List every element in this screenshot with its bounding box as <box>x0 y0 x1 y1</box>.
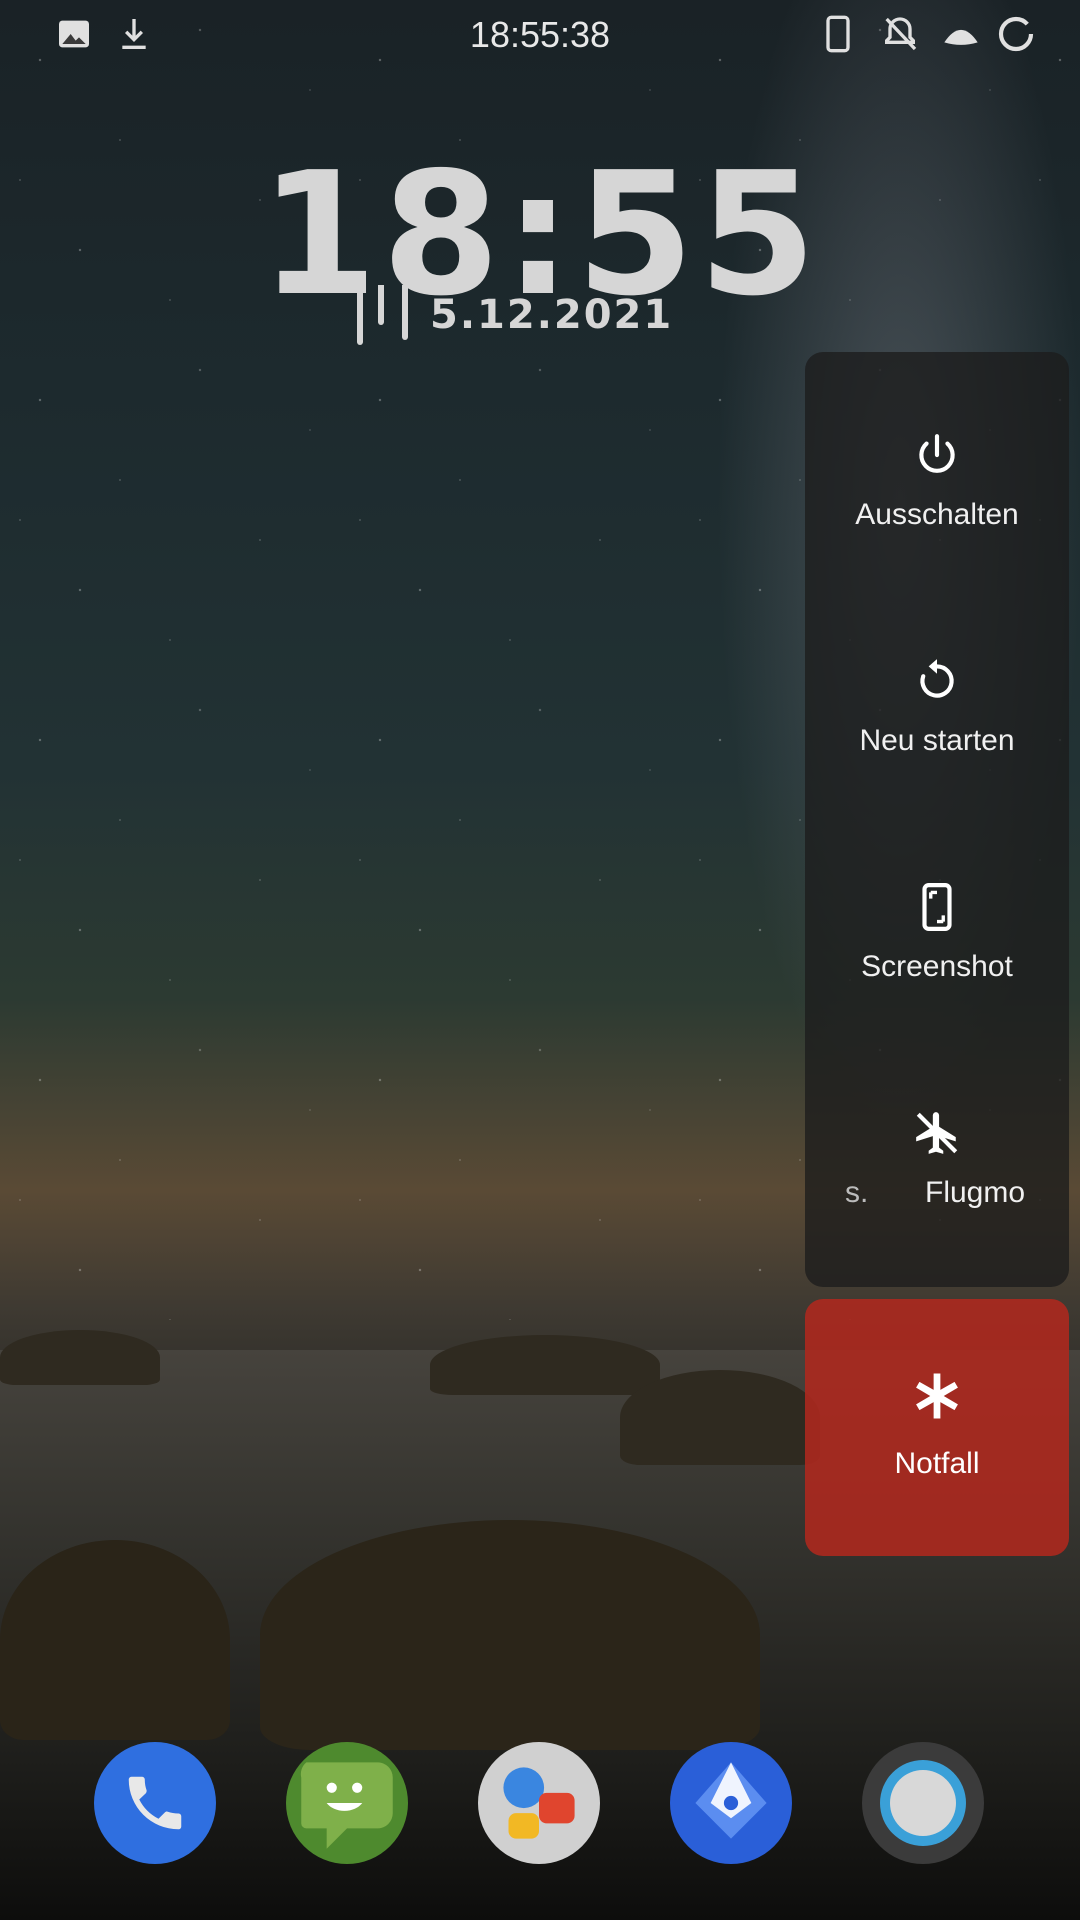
power-menu-panel: Ausschalten Neu starten Screenshot s. Fl… <box>805 352 1069 1287</box>
notifications-off-icon <box>885 17 917 51</box>
wallpaper-rock <box>0 1540 230 1740</box>
clock-drip-decoration <box>402 285 408 340</box>
wallpaper-rock <box>430 1335 660 1395</box>
battery-icon <box>998 16 1034 52</box>
clock-drip-decoration <box>378 285 384 325</box>
emergency-label: Notfall <box>894 1447 980 1480</box>
wallpaper-rock <box>0 1330 160 1385</box>
airplane-icon <box>916 1112 958 1154</box>
restart-button[interactable]: Neu starten <box>805 656 1069 856</box>
camera-app-icon[interactable] <box>862 1742 984 1864</box>
maps-app-icon[interactable] <box>670 1742 792 1864</box>
lockscreen-date: 5.12.2021 <box>430 292 674 338</box>
restart-label: Neu starten <box>859 724 1015 757</box>
power-icon <box>919 434 955 473</box>
power-off-button[interactable]: Ausschalten <box>805 430 1069 630</box>
airplane-mode-button[interactable]: s. Flugmo <box>805 1108 1069 1287</box>
clock-drip-decoration <box>357 285 363 345</box>
wallpaper-rock <box>260 1520 760 1750</box>
screenshot-button[interactable]: Screenshot <box>805 882 1069 1082</box>
status-bar: 18:55:38 <box>0 0 1080 68</box>
messages-app-icon[interactable] <box>286 1742 408 1864</box>
asterisk-icon <box>916 1373 958 1419</box>
camera-lens-inner <box>890 1770 956 1836</box>
signal-icon <box>944 29 978 45</box>
airplane-mode-label-text: Flugmo <box>925 1176 1026 1209</box>
restart-icon <box>920 659 954 698</box>
power-off-label: Ausschalten <box>855 498 1019 531</box>
airplane-mode-label-prefix: s. <box>845 1176 869 1209</box>
phone-device-icon <box>826 15 850 53</box>
phone-app-icon[interactable] <box>94 1742 216 1864</box>
screenshot-icon <box>922 883 952 931</box>
emergency-button[interactable]: Notfall <box>805 1299 1069 1556</box>
screenshot-label: Screenshot <box>861 950 1013 983</box>
contacts-chat-app-icon[interactable] <box>478 1742 600 1864</box>
wallpaper-rock <box>620 1370 820 1465</box>
